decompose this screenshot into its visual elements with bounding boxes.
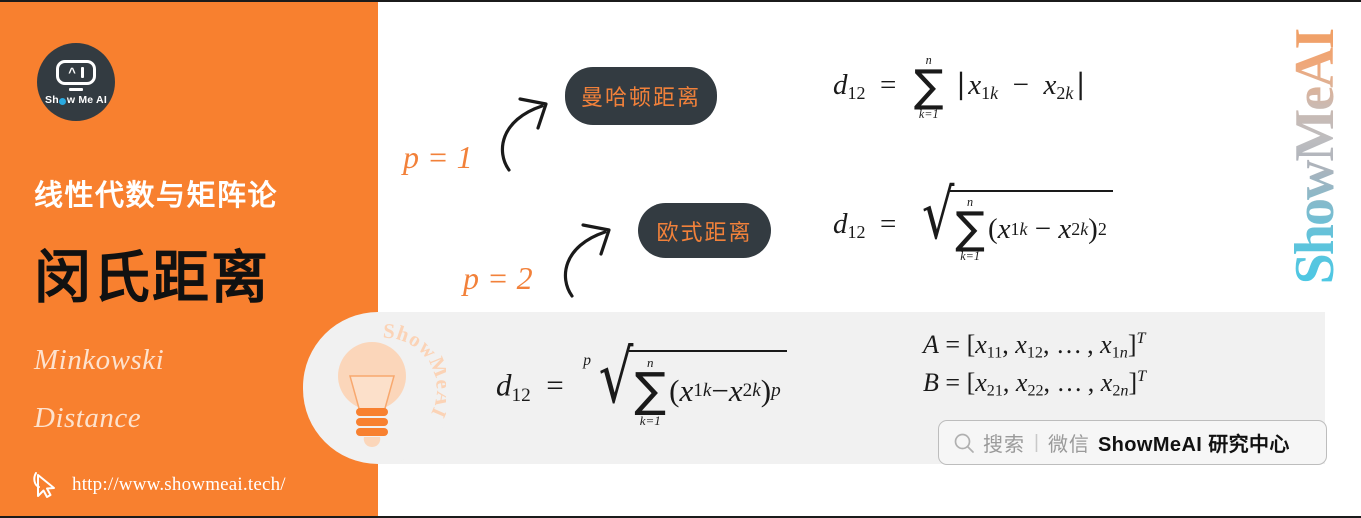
sum-lower-limit: k=1 (639, 412, 661, 428)
curved-arrow-up-right-icon-1 (500, 97, 548, 172)
vertical-watermark: ShowMeAI (1279, 26, 1351, 288)
sigma-operator-minkowski: n ∑ k=1 (634, 355, 667, 428)
formula-minkowski: d12 = p √ n ∑ k=1 (x 1 k − x 2 k) p (496, 341, 787, 428)
branch-param-label-p1: p = 1 (403, 139, 473, 175)
pill-manhattan-distance[interactable]: 曼哈顿距离 (565, 67, 717, 125)
lightbulb-badge: ShowMeAI (310, 320, 446, 456)
english-title-line-2: Distance (34, 402, 142, 434)
sum-lower-limit: k=1 (960, 249, 980, 264)
poster-canvas: ^ Sh w Me AI 线性代数与矩阵论 闵氏距离 Minkowski Dis… (0, 0, 1361, 518)
showmeai-logo: ^ Sh w Me AI (37, 43, 115, 121)
robot-neck-icon (69, 88, 83, 91)
vector-definition-a: A = [x11, x12, … , x1n]T (923, 330, 1146, 362)
vertical-watermark-text: ShowMeAI (1284, 29, 1346, 285)
logo-wordmark: Sh w Me AI (45, 94, 107, 106)
search-placeholder-text: 搜索 (983, 434, 1025, 456)
search-icon (954, 433, 974, 453)
pill-manhattan-label: 曼哈顿距离 (580, 85, 701, 110)
logo-bar-glyph (80, 67, 84, 78)
sigma-operator-euclidean: n ∑ k=1 (955, 195, 985, 264)
vector-definitions: A = [x11, x12, … , x1n]T B = [x21, x22, … (923, 327, 1146, 404)
robot-face-icon: ^ (56, 60, 96, 85)
website-url-row[interactable]: http://www.showmeai.tech/ (32, 470, 286, 500)
cursor-pointer-icon (33, 472, 55, 498)
page-title: 闵氏距离 (34, 246, 270, 310)
sigma-operator-manhattan: n ∑ k=1 (913, 53, 944, 122)
english-title-line-1: Minkowski (34, 344, 165, 376)
lightbulb-curved-wordmark: ShowMeAI (382, 320, 446, 422)
sum-lower-limit: k=1 (918, 107, 939, 122)
bulb-wordmark-text: ShowMeAI (382, 320, 446, 422)
logo-globe-icon (59, 97, 67, 105)
search-divider: | (1034, 431, 1039, 453)
logo-wordmark-post: w Me AI (66, 94, 107, 106)
website-url-text: http://www.showmeai.tech/ (72, 474, 286, 495)
logo-caret-glyph: ^ (68, 65, 76, 80)
square-root-sign: √ n ∑ k=1 (x 1 k − x 2 k) 2 (911, 181, 1113, 264)
wechat-search-bar[interactable]: 搜索 | 微信 ShowMeAI 研究中心 (938, 420, 1327, 465)
logo-wordmark-pre: Sh (45, 94, 59, 106)
p-th-root-sign: p √ n ∑ k=1 (x 1 k − x 2 k) p (579, 341, 787, 428)
search-brand-text: ShowMeAI 研究中心 (1097, 434, 1290, 456)
formula-euclidean: d12 = √ n ∑ k=1 (x 1 k − x 2 k) 2 (833, 181, 1113, 264)
pill-euclidean-distance[interactable]: 欧式距离 (638, 203, 771, 258)
root-index: p (583, 352, 591, 369)
branch-param-label-p2: p = 2 (463, 260, 533, 296)
formula-manhattan: d12 = n ∑ k=1 ∣x1k − x2k∣ (833, 53, 1088, 122)
vector-definition-b: B = [x21, x22, … , x2n]T (923, 368, 1147, 400)
subject-heading: 线性代数与矩阵论 (34, 180, 279, 212)
search-channel-text: 微信 (1047, 434, 1090, 456)
svg-text:ShowMeAI: ShowMeAI (382, 320, 446, 422)
right-content-panel: p = 1 曼哈顿距离 d12 = n ∑ k=1 ∣x1k − x2k∣ p … (303, 2, 1361, 516)
curved-arrow-up-right-icon-2 (563, 223, 611, 298)
pill-euclidean-label: 欧式距离 (656, 219, 753, 245)
